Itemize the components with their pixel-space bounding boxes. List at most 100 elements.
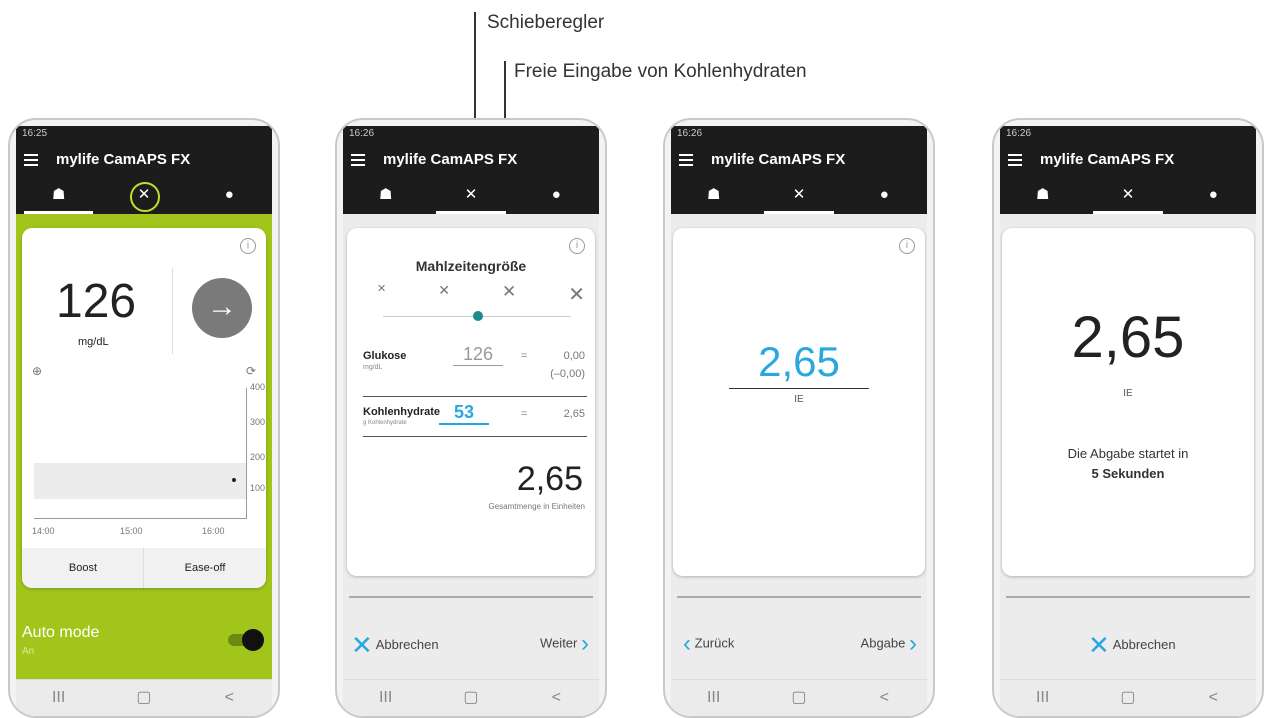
deliver-button[interactable]: Abgabe › [861,630,917,658]
app-title: mylife CamAPS FX [56,151,191,168]
boost-button[interactable]: Boost [22,548,144,588]
toggle-knob [242,629,264,651]
android-nav-bar: III ▢ < [1000,679,1256,716]
glucose-point [232,478,236,482]
auto-mode-label: Auto mode [22,624,100,641]
divider [172,268,173,354]
menu-icon[interactable] [679,154,693,169]
android-nav-bar: III ▢ < [343,679,599,716]
cutlery-icon: ✕ [1121,186,1135,203]
value-underline [729,388,869,389]
bolus-value: 2,65 [1071,305,1185,370]
y-tick-label: 100 [250,483,266,493]
chart-area [34,388,247,519]
carb-input[interactable]: 53 [439,402,489,425]
carb-equals: = [521,408,528,420]
app-bar: mylife CamAPS FX [1000,142,1256,178]
cancel-label: Abbrechen [1112,636,1176,652]
drop-icon: ● [1208,186,1218,203]
app-bar: mylife CamAPS FX [16,142,272,178]
tab-bar: ☗ ✕ ● [16,178,272,214]
app-title: mylife CamAPS FX [383,151,518,168]
cutlery-xlarge-icon[interactable]: ✕ [568,282,585,307]
menu-icon[interactable] [24,154,38,169]
cutlery-icon: ✕ [464,186,478,203]
x-tick-label: 16:00 [202,526,225,536]
bolus-value: 2,65 [758,338,840,385]
cutlery-medium-icon[interactable]: ✕ [438,282,450,307]
next-label: Weiter [540,635,578,651]
tab-home[interactable]: ☗ [16,178,101,214]
drop-icon: ● [551,186,561,203]
phone-1: 16:25 mylife CamAPS FX ☗ ✕ ● i 126 mg/dL… [8,118,280,718]
slider-thumb[interactable] [473,311,483,321]
android-nav-bar: III ▢ < [671,679,927,716]
tab-home[interactable]: ☗ [671,178,756,214]
back-action-button[interactable]: ‹ Zurück [683,630,734,658]
info-icon[interactable]: i [899,238,915,254]
glucose-unit: mg/dL [363,364,383,371]
tab-meal[interactable]: ✕ [428,178,513,214]
phone-3: 16:26 mylife CamAPS FX ☗ ✕ ● i 2,65 IE ‹… [663,118,935,718]
glucose-result: 0,00 [563,350,585,362]
ease-off-button[interactable]: Ease-off [143,548,266,588]
total-value: 2,65 [516,460,583,498]
bolus-unit: IE [1123,388,1133,399]
bolus-unit: IE [794,394,804,405]
tab-bolus[interactable]: ● [1171,178,1256,214]
home-icon: ☗ [1035,186,1050,203]
x-tick-label: 15:00 [120,526,143,536]
cancel-label: Abbrechen [375,636,439,652]
cutlery-large-icon[interactable]: ✕ [502,282,516,307]
glucose-label: Glukose [363,350,407,362]
action-separator [349,596,593,598]
info-icon[interactable]: i [240,238,256,254]
cancel-button[interactable]: ✕ Abbrechen [351,630,439,661]
callout-slider: Schieberegler [487,12,605,33]
info-icon[interactable]: i [569,238,585,254]
tab-bolus[interactable]: ● [842,178,927,214]
phone-2: 16:26 mylife CamAPS FX ☗ ✕ ● i Mahlzeite… [335,118,607,718]
drop-icon: ● [224,186,234,203]
next-button[interactable]: Weiter › [540,630,589,658]
tab-bolus[interactable]: ● [187,178,272,214]
next-arrow-button[interactable]: → [192,278,252,338]
tab-bolus[interactable]: ● [514,178,599,214]
callout-free-entry: Freie Eingabe von Kohlenhydraten [514,61,807,82]
y-tick-label: 300 [250,417,266,427]
tab-home[interactable]: ☗ [343,178,428,214]
x-tick-label: 14:00 [32,526,55,536]
tab-meal[interactable]: ✕ [101,178,186,214]
refresh-icon[interactable]: ⟳ [246,364,256,378]
cancel-button[interactable]: ✕ Abbrechen [1088,630,1176,661]
cutlery-small-icon[interactable]: ✕ [377,282,386,307]
status-bar: 16:25 [16,126,272,142]
close-icon: ✕ [351,630,373,660]
cutlery-icon: ✕ [792,186,806,203]
meal-size-slider[interactable] [383,311,571,321]
meal-size-icons: ✕ ✕ ✕ ✕ [377,282,585,307]
y-tick-label: 200 [250,452,266,462]
home-icon: ☗ [378,186,393,203]
tab-meal[interactable]: ✕ [1085,178,1170,214]
delivery-message: Die Abgabe startet in [1067,446,1189,461]
glucose-input[interactable]: 126 [453,344,503,366]
menu-icon[interactable] [1008,154,1022,169]
close-icon: ✕ [1088,630,1110,660]
app-title: mylife CamAPS FX [711,151,846,168]
zoom-icon[interactable]: ⊕ [32,364,42,378]
y-tick-label: 400 [250,382,266,392]
meal-size-title: Mahlzeitengröße [415,258,527,274]
home-icon: ☗ [51,186,66,203]
chevron-right-icon: › [909,630,917,657]
tab-home[interactable]: ☗ [1000,178,1085,214]
bolus-calculator-card: i Mahlzeitengröße ✕ ✕ ✕ ✕ Glukose mg/dL … [347,228,595,576]
glucose-result-correction: (–0,00) [550,368,585,380]
glucose-value: 126 [56,275,137,328]
auto-mode-toggle[interactable] [228,629,264,651]
menu-icon[interactable] [351,154,365,169]
app-bar: mylife CamAPS FX [343,142,599,178]
chevron-right-icon: › [581,630,589,657]
tab-meal[interactable]: ✕ [756,178,841,214]
row-divider [363,396,587,397]
